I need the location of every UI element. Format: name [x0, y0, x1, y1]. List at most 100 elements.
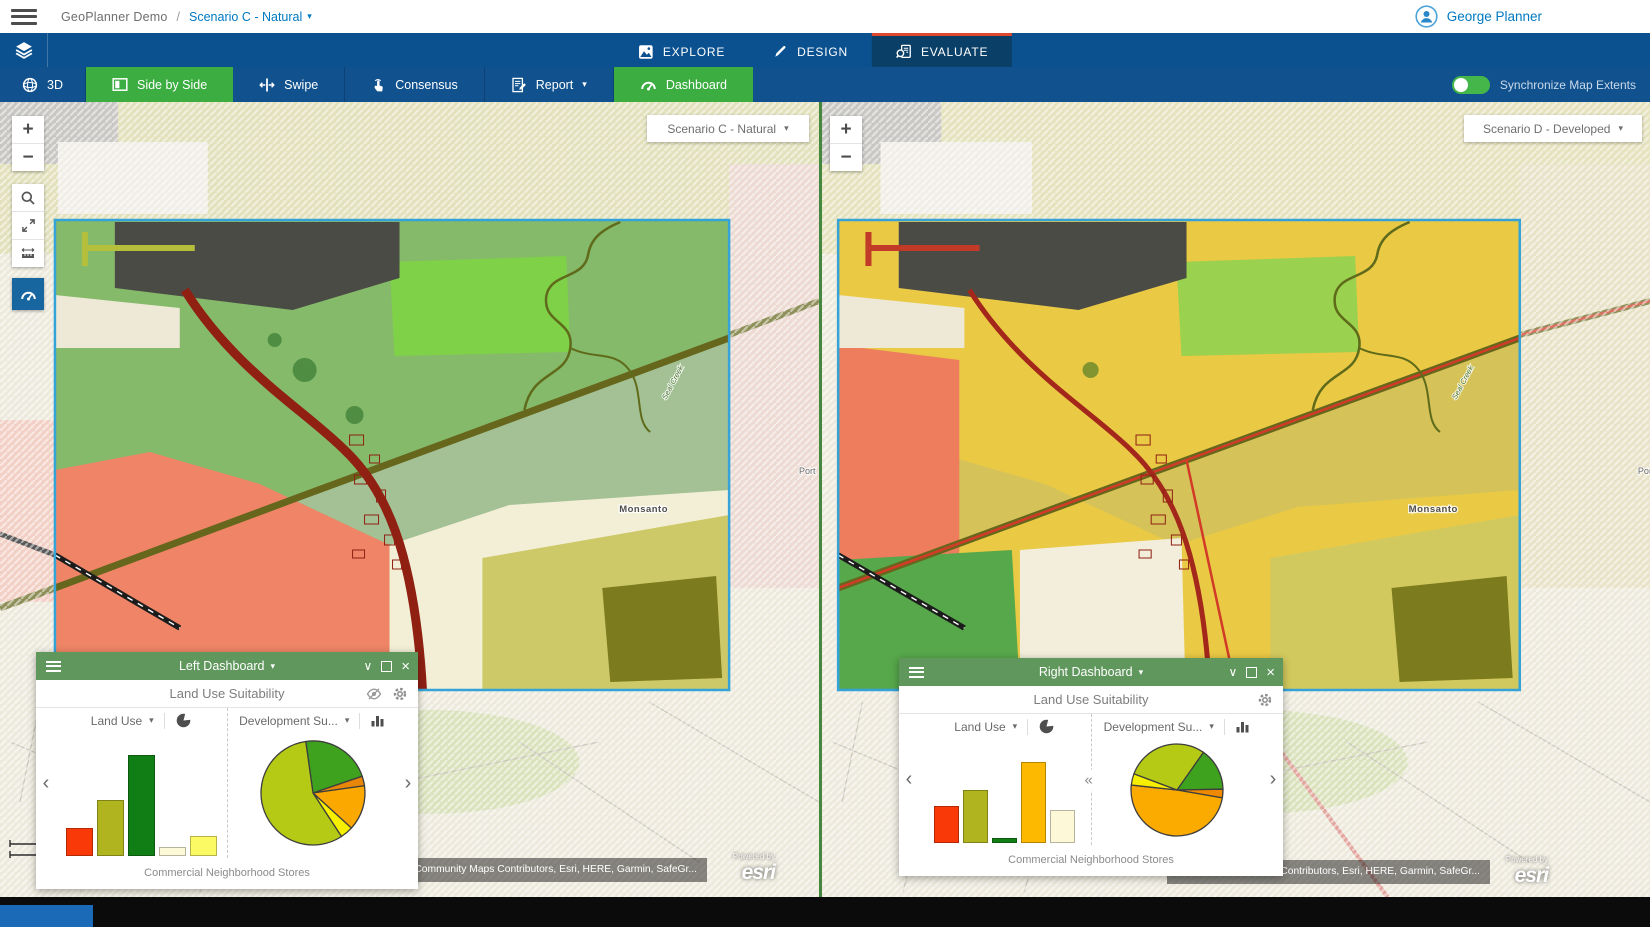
touch-hand-icon	[371, 77, 386, 93]
dashboard-rail-button[interactable]	[12, 278, 44, 310]
caret-down-icon: ▾	[307, 12, 312, 21]
svg-text:Monsanto: Monsanto	[1409, 504, 1458, 515]
dashboard-widgets: ‹ Land Use ▾ Development Su... ▾	[36, 708, 418, 858]
evaluate-icon	[896, 44, 912, 60]
dashboard-header: Left Dashboard ▾ ∨ ×	[36, 652, 418, 680]
measure-button[interactable]	[12, 239, 44, 267]
swipe-icon	[259, 77, 275, 93]
tab-explore[interactable]: EXPLORE	[614, 33, 749, 67]
pencil-icon	[773, 44, 788, 59]
top-bar: GeoPlanner Demo / Scenario C - Natural ▾…	[0, 0, 1650, 33]
dashboard-menu-icon[interactable]	[909, 667, 924, 678]
collapse-widget-icon[interactable]: «	[1085, 769, 1093, 790]
right-dashboard: Right Dashboard ▾ ∨ × Land Use Suitabili…	[899, 658, 1283, 876]
expand-arrows-icon	[21, 218, 36, 233]
tab-evaluate[interactable]: EVALUATE	[872, 33, 1012, 67]
caret-down-icon: ▾	[149, 716, 154, 725]
sync-extents-label: Synchronize Map Extents	[1500, 78, 1636, 92]
widget-selector[interactable]: Land Use ▾	[91, 714, 154, 728]
widget-selector[interactable]: Development Su... ▾	[239, 714, 349, 728]
settings-gear-icon[interactable]	[1257, 692, 1273, 708]
carousel-left-arrow[interactable]: ‹	[899, 714, 919, 845]
zoom-in-button[interactable]: +	[12, 116, 44, 143]
zoom-out-button[interactable]: −	[12, 143, 44, 171]
caret-down-icon: ▾	[1139, 668, 1144, 677]
zoom-control: + −	[12, 116, 44, 171]
swipe-divider[interactable]	[819, 102, 822, 897]
evaluate-toolbar: 3D Side by Side Swipe Consensus Report ▾…	[0, 67, 1650, 102]
gauge-icon	[20, 287, 37, 302]
left-scenario-selector[interactable]: Scenario C - Natural ▾	[647, 115, 809, 142]
close-icon[interactable]: ×	[401, 658, 410, 675]
user-avatar-icon	[1415, 5, 1438, 28]
sync-extents-toggle[interactable]	[1452, 76, 1490, 94]
pie-chart-type-icon[interactable]	[1038, 718, 1055, 735]
layers-button[interactable]	[0, 33, 48, 67]
report-button[interactable]: Report ▾	[485, 67, 614, 102]
3d-button[interactable]: 3D	[0, 67, 86, 102]
caret-down-icon: ▾	[1013, 722, 1018, 731]
column-chart-type-icon[interactable]	[370, 713, 386, 728]
maximize-icon[interactable]	[1246, 667, 1257, 678]
consensus-button[interactable]: Consensus	[345, 67, 485, 102]
measure-icon	[20, 246, 36, 261]
breadcrumb-separator: /	[177, 10, 180, 24]
caret-down-icon: ▾	[345, 716, 350, 725]
user-name: George Planner	[1447, 9, 1542, 24]
column-chart-type-icon[interactable]	[1235, 719, 1251, 734]
side-by-side-icon	[112, 77, 128, 92]
carousel-right-arrow[interactable]: ›	[398, 708, 418, 858]
map-attribution: Esri Community Maps Contributors, Esri, …	[384, 858, 707, 882]
dashboard-window-controls: ∨ ×	[1228, 664, 1275, 681]
right-scenario-selector[interactable]: Scenario D - Developed ▾	[1464, 115, 1642, 142]
development-suitability-widget: Development Su... ▾	[1092, 714, 1264, 845]
search-icon	[20, 190, 36, 206]
scenario-breadcrumb-link[interactable]: Scenario C - Natural ▾	[189, 10, 312, 24]
dashboard-button[interactable]: Dashboard	[614, 67, 753, 102]
settings-gear-icon[interactable]	[392, 686, 408, 702]
mode-tabs: EXPLORE DESIGN EVALUATE	[614, 33, 1012, 67]
svg-text:Port: Port	[1638, 466, 1650, 476]
pie-chart	[259, 739, 367, 852]
dashboard-title-dropdown[interactable]: Right Dashboard ▾	[1039, 665, 1143, 679]
zoom-out-button[interactable]: −	[830, 143, 862, 171]
bottom-bar-accent	[0, 905, 93, 927]
swipe-button[interactable]: Swipe	[233, 67, 345, 102]
menu-icon[interactable]	[11, 9, 37, 25]
zoom-control: + −	[830, 116, 862, 171]
left-dashboard: Left Dashboard ▾ ∨ × Land Use Suitabilit…	[36, 652, 418, 889]
development-suitability-widget: Development Su... ▾	[228, 708, 399, 858]
search-button[interactable]	[12, 184, 44, 211]
gauge-icon	[640, 77, 657, 92]
close-icon[interactable]: ×	[1266, 664, 1275, 681]
widget-selector[interactable]: Development Su... ▾	[1104, 720, 1214, 734]
visibility-icon[interactable]	[366, 686, 382, 702]
app-title: GeoPlanner Demo	[61, 10, 168, 24]
collapse-icon[interactable]: ∨	[363, 659, 372, 673]
user-menu[interactable]: George Planner	[1415, 5, 1542, 28]
carousel-left-arrow[interactable]: ‹	[36, 708, 56, 858]
caret-down-icon: ▾	[784, 124, 789, 133]
svg-text:Monsanto: Monsanto	[619, 504, 668, 515]
zoom-in-button[interactable]: +	[830, 116, 862, 143]
land-use-widget: Land Use ▾	[919, 714, 1091, 845]
dashboard-title-dropdown[interactable]: Left Dashboard ▾	[179, 659, 275, 673]
collapse-icon[interactable]: ∨	[1228, 665, 1237, 679]
widget-selector[interactable]: Land Use ▾	[954, 720, 1017, 734]
dashboard-menu-icon[interactable]	[46, 661, 61, 672]
carousel-right-arrow[interactable]: ›	[1263, 714, 1283, 845]
esri-logo: Powered by esri	[733, 853, 775, 883]
side-by-side-button[interactable]: Side by Side	[86, 67, 233, 102]
caret-down-icon: ▾	[1209, 722, 1214, 731]
tab-design[interactable]: DESIGN	[749, 33, 872, 67]
esri-logo: Powered by esri	[1506, 856, 1548, 886]
panel-title: Land Use Suitability	[1034, 692, 1149, 707]
explore-icon	[638, 44, 654, 60]
dashboard-subheader: Land Use Suitability	[36, 680, 418, 708]
full-extent-button[interactable]	[12, 211, 44, 239]
map-tools	[12, 184, 44, 267]
maximize-icon[interactable]	[381, 661, 392, 672]
indicator-caption: Commercial Neighborhood Stores	[36, 858, 418, 889]
breadcrumb: GeoPlanner Demo / Scenario C - Natural ▾	[61, 10, 312, 24]
pie-chart-type-icon[interactable]	[175, 712, 192, 729]
